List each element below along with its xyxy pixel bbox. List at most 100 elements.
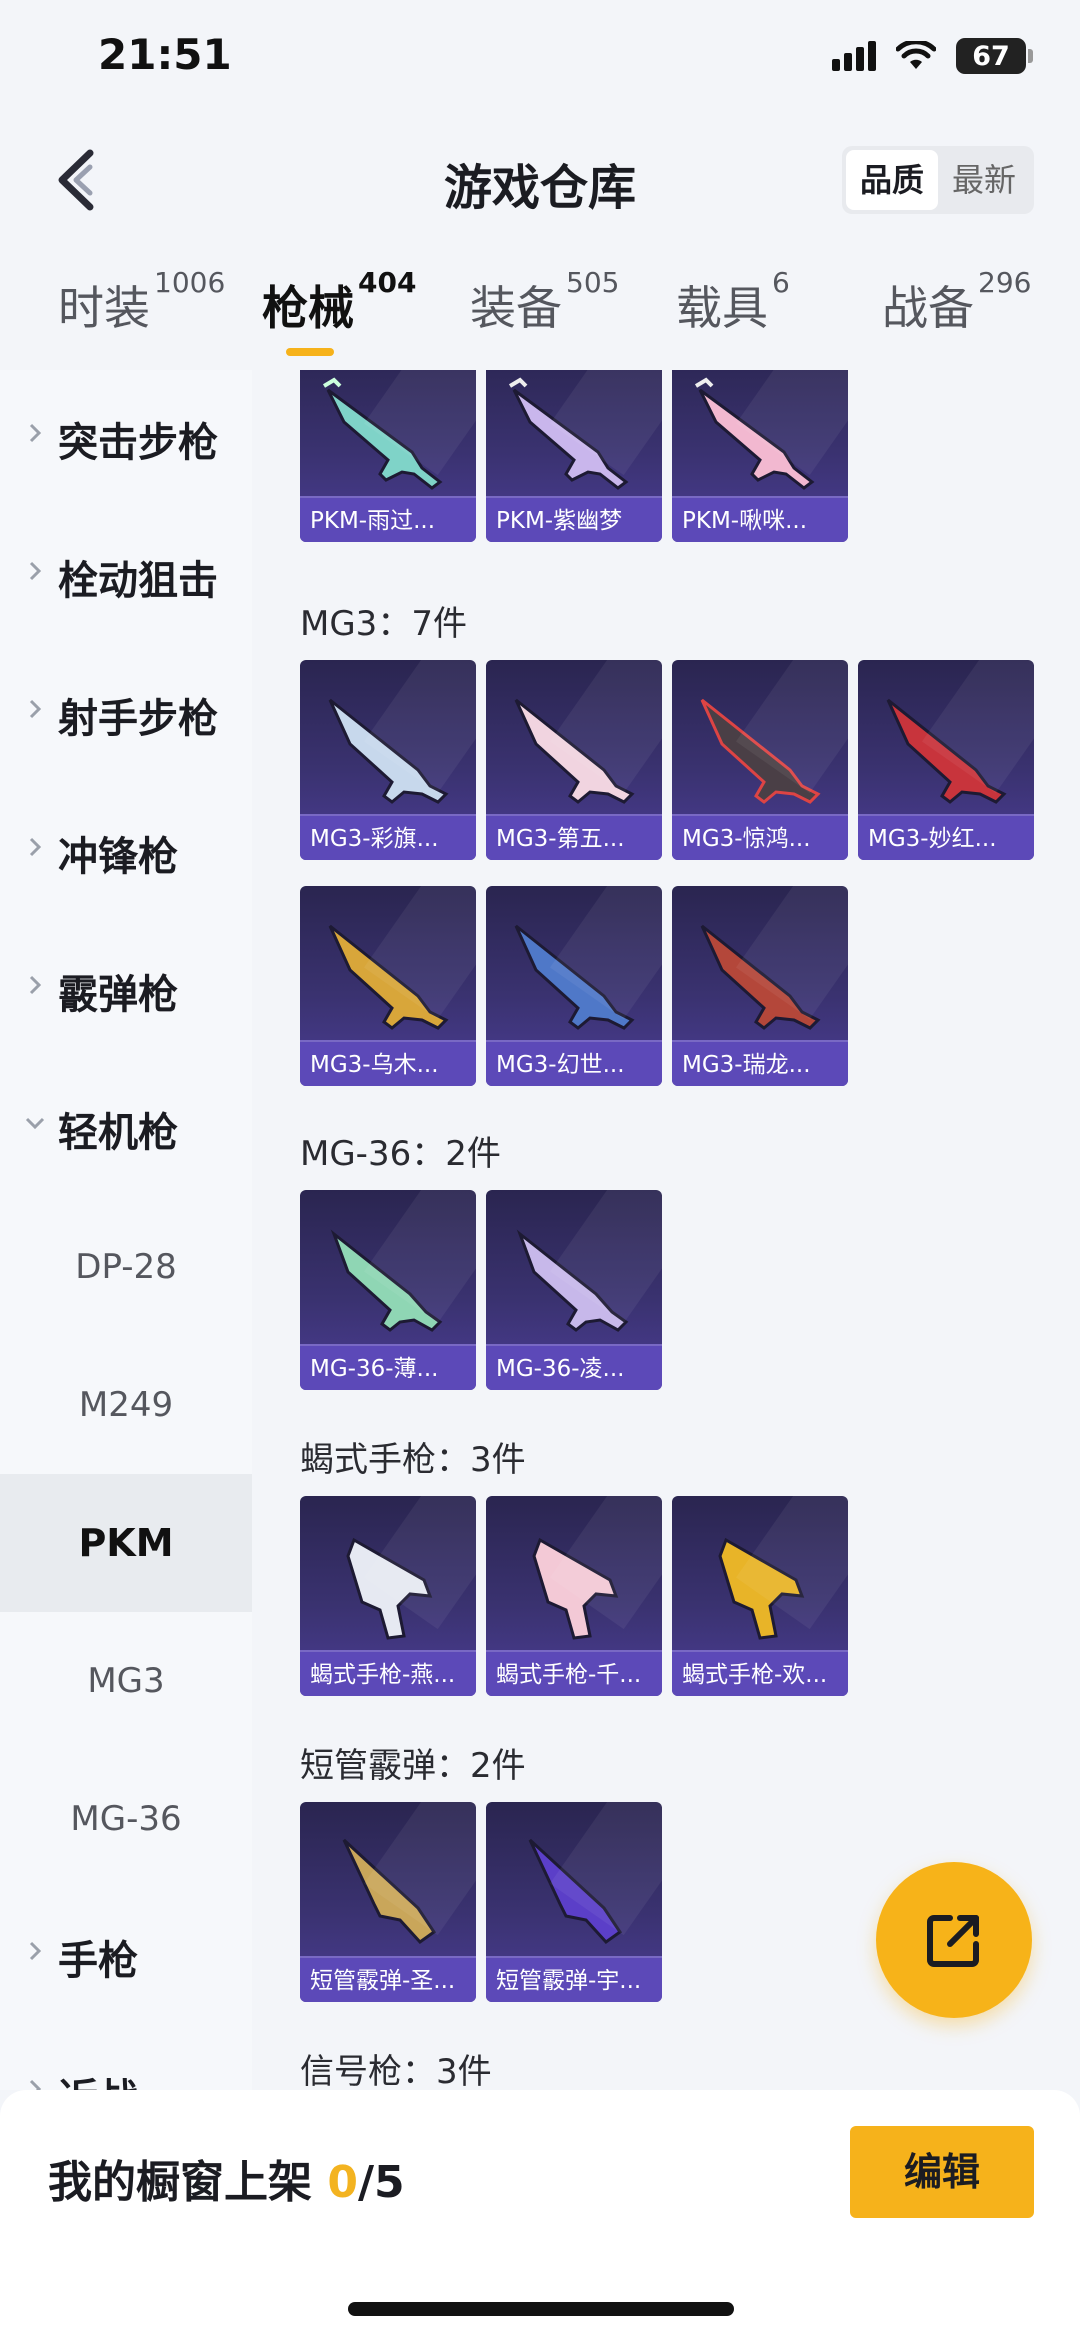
chevron-right-icon <box>29 1941 42 1961</box>
item-card[interactable]: PKM-紫幽梦 <box>486 370 662 542</box>
sidebar-item-label: 手枪 <box>58 1938 138 1984</box>
sort-toggle[interactable]: 品质 最新 <box>841 146 1034 214</box>
item-card[interactable]: 短管霰弹-圣... <box>300 1802 476 2002</box>
tab-count: 505 <box>566 266 620 299</box>
sidebar-item-label: 轻机枪 <box>58 1110 178 1156</box>
machine-gun-icon <box>694 377 815 490</box>
item-card-name: MG3-惊鸿... <box>672 814 848 860</box>
sidebar-sub-mg3[interactable]: MG3 <box>0 1612 252 1750</box>
item-card[interactable]: MG-36-薄... <box>300 1190 476 1390</box>
item-card[interactable]: MG3-瑞龙... <box>672 886 848 1086</box>
sidebar-item-shotgun[interactable]: 霰弹枪 <box>0 922 252 1060</box>
sidebar-item-lmg[interactable]: 轻机枪 <box>0 1060 252 1198</box>
item-card[interactable]: MG3-幻世... <box>486 886 662 1086</box>
sidebar-sub-pkm[interactable]: PKM <box>0 1474 252 1612</box>
item-card[interactable]: 蝎式手枪-欢... <box>672 1496 848 1696</box>
item-card[interactable]: MG-36-凌... <box>486 1190 662 1390</box>
sidebar-item-label: 霰弹枪 <box>58 972 178 1018</box>
item-card-name: MG-36-凌... <box>486 1344 662 1390</box>
cellular-signal-icon <box>832 41 876 71</box>
sidebar-item-assault-rifle[interactable]: 突击步枪 <box>0 370 252 508</box>
tab-count: 404 <box>358 266 417 299</box>
sort-option-quality[interactable]: 品质 <box>845 150 938 210</box>
tab-label: 装备 <box>470 281 562 335</box>
rifle-icon <box>330 1229 443 1332</box>
sidebar-item-smg[interactable]: 冲锋枪 <box>0 784 252 922</box>
tab-label: 枪械 <box>262 281 354 335</box>
battery-icon: 67 <box>956 38 1033 74</box>
tab-guns[interactable]: 枪械 404 <box>262 266 416 338</box>
machine-gun-icon <box>322 377 443 490</box>
shelf-total-count: /5 <box>357 2157 405 2208</box>
shelf-status: 我的橱窗上架 0/5 <box>48 2146 405 2210</box>
home-indicator <box>348 2302 734 2316</box>
machine-gun-icon <box>328 924 449 1030</box>
category-tabs: 时装 1006 枪械 404 装备 505 载具 6 战备 296 <box>0 262 1080 362</box>
chevron-right-icon <box>29 423 42 443</box>
status-time: 21:51 <box>98 30 232 79</box>
item-card[interactable]: MG3-惊鸿... <box>672 660 848 860</box>
shotgun-icon <box>342 1838 437 1944</box>
machine-gun-icon <box>514 698 635 804</box>
item-card[interactable]: 蝎式手枪-燕... <box>300 1496 476 1696</box>
item-card[interactable]: MG3-妙红... <box>858 660 1034 860</box>
item-card[interactable]: PKM-雨过... <box>300 370 476 542</box>
sidebar-item-dmr[interactable]: 射手步枪 <box>0 646 252 784</box>
item-card-name: MG-36-薄... <box>300 1344 476 1390</box>
pistol-icon <box>346 1537 433 1640</box>
item-card-name: MG3-妙红... <box>858 814 1034 860</box>
machine-gun-icon <box>514 924 635 1030</box>
item-card-name: MG3-幻世... <box>486 1040 662 1086</box>
sidebar-item-label: 栓动狙击 <box>58 558 218 604</box>
chevron-right-icon <box>29 561 42 581</box>
tab-fashion[interactable]: 时装 1006 <box>58 266 225 338</box>
machine-gun-icon <box>700 698 821 804</box>
share-icon <box>927 1915 979 1967</box>
sidebar-item-bolt-sniper[interactable]: 栓动狙击 <box>0 508 252 646</box>
sidebar-sub-mg36[interactable]: MG-36 <box>0 1750 252 1888</box>
item-card-name: PKM-紫幽梦 <box>486 496 662 542</box>
section-title: 蝎式手枪：3件 <box>300 1440 526 1480</box>
section-title: 短管霰弹：2件 <box>300 1746 526 1786</box>
sort-option-latest[interactable]: 最新 <box>938 150 1030 210</box>
sidebar-item-pistol[interactable]: 手枪 <box>0 1888 252 2026</box>
tab-supplies[interactable]: 战备 296 <box>882 266 1031 338</box>
sidebar-sub-dp28[interactable]: DP-28 <box>0 1198 252 1336</box>
share-button[interactable] <box>876 1862 1032 2018</box>
shelf-label: 我的橱窗上架 <box>48 2157 312 2208</box>
chevron-down-icon <box>25 1117 45 1130</box>
chevron-right-icon <box>29 2079 42 2090</box>
item-card-name: MG3-乌木... <box>300 1040 476 1086</box>
item-card-name: 短管霰弹-宇... <box>486 1956 662 2002</box>
item-card[interactable]: PKM-啾咪... <box>672 370 848 542</box>
item-card[interactable]: MG3-第五... <box>486 660 662 860</box>
item-card[interactable]: MG3-乌木... <box>300 886 476 1086</box>
machine-gun-icon <box>700 924 821 1030</box>
sidebar-item-label: 近战 <box>58 2066 138 2090</box>
pistol-icon <box>718 1537 805 1640</box>
sidebar-sub-m249[interactable]: M249 <box>0 1336 252 1474</box>
edit-button[interactable]: 编辑 <box>850 2126 1034 2218</box>
nav-header: 游戏仓库 品质 最新 <box>0 130 1080 230</box>
tab-label: 载具 <box>676 281 768 335</box>
tab-count: 6 <box>772 266 790 299</box>
item-card-name: 短管霰弹-圣... <box>300 1956 476 2002</box>
tab-label: 时装 <box>58 281 150 335</box>
section-title: MG3：7件 <box>300 604 467 644</box>
sidebar: 突击步枪 栓动狙击 射手步枪 冲锋枪 霰弹枪 轻机枪 DP-28 M249 PK… <box>0 370 252 2090</box>
sidebar-item-label: 射手步枪 <box>58 696 218 742</box>
tab-vehicles[interactable]: 载具 6 <box>676 266 790 338</box>
item-card-name: 蝎式手枪-燕... <box>300 1650 476 1696</box>
item-card-name: 蝎式手枪-欢... <box>672 1650 848 1696</box>
item-card[interactable]: 短管霰弹-宇... <box>486 1802 662 2002</box>
pistol-icon <box>532 1537 619 1640</box>
tab-equipment[interactable]: 装备 505 <box>470 266 619 338</box>
chevron-right-icon <box>29 975 42 995</box>
item-card[interactable]: MG3-彩旗... <box>300 660 476 860</box>
section-title: MG-36：2件 <box>300 1134 501 1174</box>
item-card[interactable]: 蝎式手枪-千... <box>486 1496 662 1696</box>
sidebar-item-melee[interactable]: 近战 <box>0 2026 252 2090</box>
tab-count: 1006 <box>154 266 226 299</box>
wifi-icon <box>896 41 936 69</box>
active-tab-indicator <box>286 348 334 356</box>
